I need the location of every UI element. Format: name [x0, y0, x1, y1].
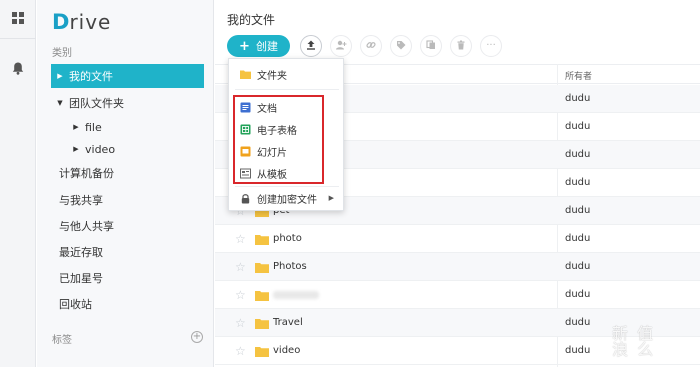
folder-icon	[255, 347, 269, 357]
folder-icon	[255, 263, 269, 273]
owner-cell: dudu	[565, 149, 591, 160]
drive-logo[interactable]: D rive	[52, 9, 111, 35]
menu-item-label: 创建加密文件	[257, 194, 317, 206]
delete-button[interactable]	[450, 35, 472, 57]
sidebar-item-label: 已加星号	[59, 272, 103, 285]
sidebar-item-shared-with-others[interactable]: 与他人共享	[51, 214, 204, 238]
file-name[interactable]: Travel	[273, 317, 303, 328]
sidebar-item-starred[interactable]: 已加星号	[51, 266, 204, 290]
table-row[interactable]: ☆ photo dudu	[215, 225, 700, 253]
create-button-label: 创建	[255, 40, 278, 53]
owner-cell: dudu	[565, 93, 591, 104]
notification-bell-icon[interactable]	[9, 59, 27, 77]
sidebar-item-label: video	[85, 142, 116, 156]
owner-cell: dudu	[565, 121, 591, 132]
watermark: 新 值 浪 么	[612, 324, 656, 359]
sidebar-item-label: 团队文件夹	[69, 97, 124, 110]
share-user-button[interactable]	[330, 35, 352, 57]
menu-item-folder[interactable]: 文件夹	[229, 63, 343, 85]
sidebar-item-file[interactable]: ▶ file	[51, 115, 204, 139]
sidebar-item-video[interactable]: ▶ video	[51, 137, 204, 161]
add-tag-button[interactable]: +	[191, 331, 203, 343]
apps-grid-icon[interactable]	[9, 9, 27, 27]
page-title: 我的文件	[227, 13, 276, 27]
folder-icon	[255, 235, 269, 245]
sidebar-item-label: 计算机备份	[59, 167, 114, 180]
submenu-arrow-icon: ▶	[328, 194, 334, 202]
toolbar: + 创建 ···	[227, 35, 502, 57]
owner-cell: dudu	[565, 261, 591, 272]
annotation-highlight-box	[233, 95, 324, 184]
drive-app: D rive 类别 ▶ 我的文件 ▼ 团队文件夹 ▶ file ▶ video …	[0, 0, 700, 367]
link-button[interactable]	[360, 35, 382, 57]
file-name[interactable]: Photos	[273, 261, 307, 272]
sidebar-item-label: 与我共享	[59, 194, 103, 207]
logo-text: rive	[69, 10, 112, 34]
logo-letter: D	[52, 10, 70, 34]
sidebar-item-computer-backup[interactable]: 计算机备份	[51, 161, 204, 185]
sidebar-item-label: 回收站	[59, 298, 92, 311]
star-icon[interactable]: ☆	[235, 316, 246, 330]
lock-icon	[241, 193, 250, 203]
star-icon[interactable]: ☆	[235, 232, 246, 246]
owner-cell: dudu	[565, 317, 591, 328]
caret-right-icon[interactable]: ▶	[71, 123, 81, 131]
sidebar: D rive 类别 ▶ 我的文件 ▼ 团队文件夹 ▶ file ▶ video …	[37, 0, 214, 367]
owner-cell: dudu	[565, 177, 591, 188]
tag-button[interactable]	[390, 35, 412, 57]
owner-column-header[interactable]: 所有者	[565, 69, 592, 82]
tag-icon	[396, 40, 406, 53]
sidebar-item-label: file	[85, 120, 102, 134]
sidebar-item-label: 与他人共享	[59, 220, 114, 233]
folder-icon	[255, 291, 269, 301]
sidebar-item-recent[interactable]: 最近存取	[51, 240, 204, 264]
table-row[interactable]: ☆ Photos dudu	[215, 253, 700, 281]
menu-item-encrypted-file[interactable]: 创建加密文件 ▶	[229, 187, 343, 209]
owner-cell: dudu	[565, 289, 591, 300]
sidebar-item-label: 我的文件	[69, 70, 113, 83]
file-name[interactable]: photo	[273, 233, 302, 244]
sidebar-item-trash[interactable]: 回收站	[51, 292, 204, 316]
app-rail	[0, 0, 36, 367]
more-icon: ···	[486, 40, 496, 51]
menu-divider	[235, 89, 339, 90]
star-icon[interactable]: ☆	[235, 288, 246, 302]
caret-right-icon[interactable]: ▶	[55, 72, 65, 80]
create-button[interactable]: + 创建	[227, 35, 290, 57]
category-label: 类别	[52, 48, 72, 59]
plus-icon: +	[239, 38, 250, 54]
blurred-file-name	[273, 290, 319, 299]
caret-down-icon[interactable]: ▼	[55, 99, 65, 107]
link-icon	[366, 40, 376, 53]
sidebar-item-team-folder[interactable]: ▼ 团队文件夹	[51, 91, 204, 115]
sidebar-item-my-files[interactable]: ▶ 我的文件	[51, 64, 204, 88]
upload-button[interactable]	[300, 35, 322, 57]
star-icon[interactable]: ☆	[235, 260, 246, 274]
copy-icon	[426, 39, 436, 53]
tags-label: 标签	[52, 335, 72, 346]
add-user-icon	[335, 40, 347, 53]
folder-icon	[240, 70, 251, 79]
star-icon[interactable]: ☆	[235, 344, 246, 358]
file-name[interactable]: video	[273, 345, 300, 356]
trash-icon	[456, 40, 466, 53]
owner-cell: dudu	[565, 205, 591, 216]
upload-icon	[306, 40, 316, 53]
menu-item-label: 文件夹	[257, 70, 287, 82]
table-row[interactable]: ☆ dudu	[215, 281, 700, 309]
owner-cell: dudu	[565, 233, 591, 244]
sidebar-item-shared-with-me[interactable]: 与我共享	[51, 188, 204, 212]
more-button[interactable]: ···	[480, 35, 502, 57]
owner-cell: dudu	[565, 345, 591, 356]
copy-button[interactable]	[420, 35, 442, 57]
sidebar-item-label: 最近存取	[59, 246, 103, 259]
rail-divider	[0, 38, 36, 39]
folder-icon	[255, 319, 269, 329]
caret-right-icon[interactable]: ▶	[71, 145, 81, 153]
